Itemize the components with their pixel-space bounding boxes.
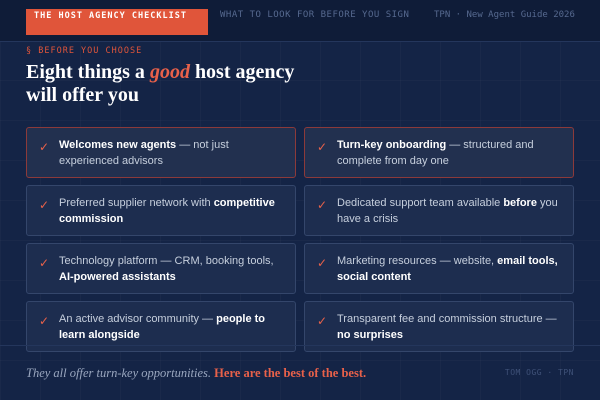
footer-tagline: They all offer turn-key opportunities. H… bbox=[26, 366, 366, 381]
checklist-card: ✓ Turn-key onboarding — structured and c… bbox=[304, 127, 574, 178]
card-text: Preferred supplier network with competit… bbox=[59, 197, 275, 225]
card-text: Turn-key onboarding — structured and com… bbox=[337, 139, 534, 167]
card-text: Technology platform — CRM, booking tools… bbox=[59, 255, 274, 283]
card-text: Welcomes new agents — not just experienc… bbox=[59, 139, 229, 167]
checklist-badge: THE HOST AGENCY CHECKLIST bbox=[26, 9, 208, 35]
footer-italic-text: They all offer turn-key opportunities. bbox=[26, 366, 212, 380]
checklist-card: ✓ Dedicated support team available befor… bbox=[304, 185, 574, 236]
check-icon: ✓ bbox=[317, 198, 328, 212]
check-icon: ✓ bbox=[317, 314, 328, 328]
section-eyebrow: § BEFORE YOU CHOOSE bbox=[26, 46, 143, 56]
checklist-card: ✓ Technology platform — CRM, booking too… bbox=[26, 243, 296, 294]
title-before: Eight things a bbox=[26, 61, 150, 83]
footer-credit: TOM OGG · TPN bbox=[504, 368, 574, 377]
checklist-card: ✓ Marketing resources — website, email t… bbox=[304, 243, 574, 294]
card-text: An active advisor community — people to … bbox=[59, 313, 266, 341]
header-source: TPN · New Agent Guide 2026 bbox=[434, 10, 575, 20]
card-text: Marketing resources — website, email too… bbox=[337, 255, 558, 283]
page-title: Eight things a good host agency will off… bbox=[26, 61, 326, 107]
check-icon: ✓ bbox=[39, 256, 50, 270]
title-emphasis: good bbox=[149, 61, 190, 83]
check-icon: ✓ bbox=[317, 140, 328, 154]
top-bar: THE HOST AGENCY CHECKLIST WHAT TO LOOK F… bbox=[0, 0, 600, 42]
card-text: Transparent fee and commission structure… bbox=[337, 313, 557, 341]
checklist-card: ✓ Preferred supplier network with compet… bbox=[26, 185, 296, 236]
footer-divider bbox=[0, 345, 600, 346]
header-subtitle: WHAT TO LOOK FOR BEFORE YOU SIGN bbox=[220, 10, 410, 20]
card-text: Dedicated support team available before … bbox=[337, 197, 558, 225]
check-icon: ✓ bbox=[317, 256, 328, 270]
check-icon: ✓ bbox=[39, 314, 50, 328]
footer-strong-text: Here are the best of the best. bbox=[214, 366, 367, 380]
check-icon: ✓ bbox=[39, 140, 50, 154]
checklist-card: ✓ Welcomes new agents — not just experie… bbox=[26, 127, 296, 178]
check-icon: ✓ bbox=[39, 198, 50, 212]
